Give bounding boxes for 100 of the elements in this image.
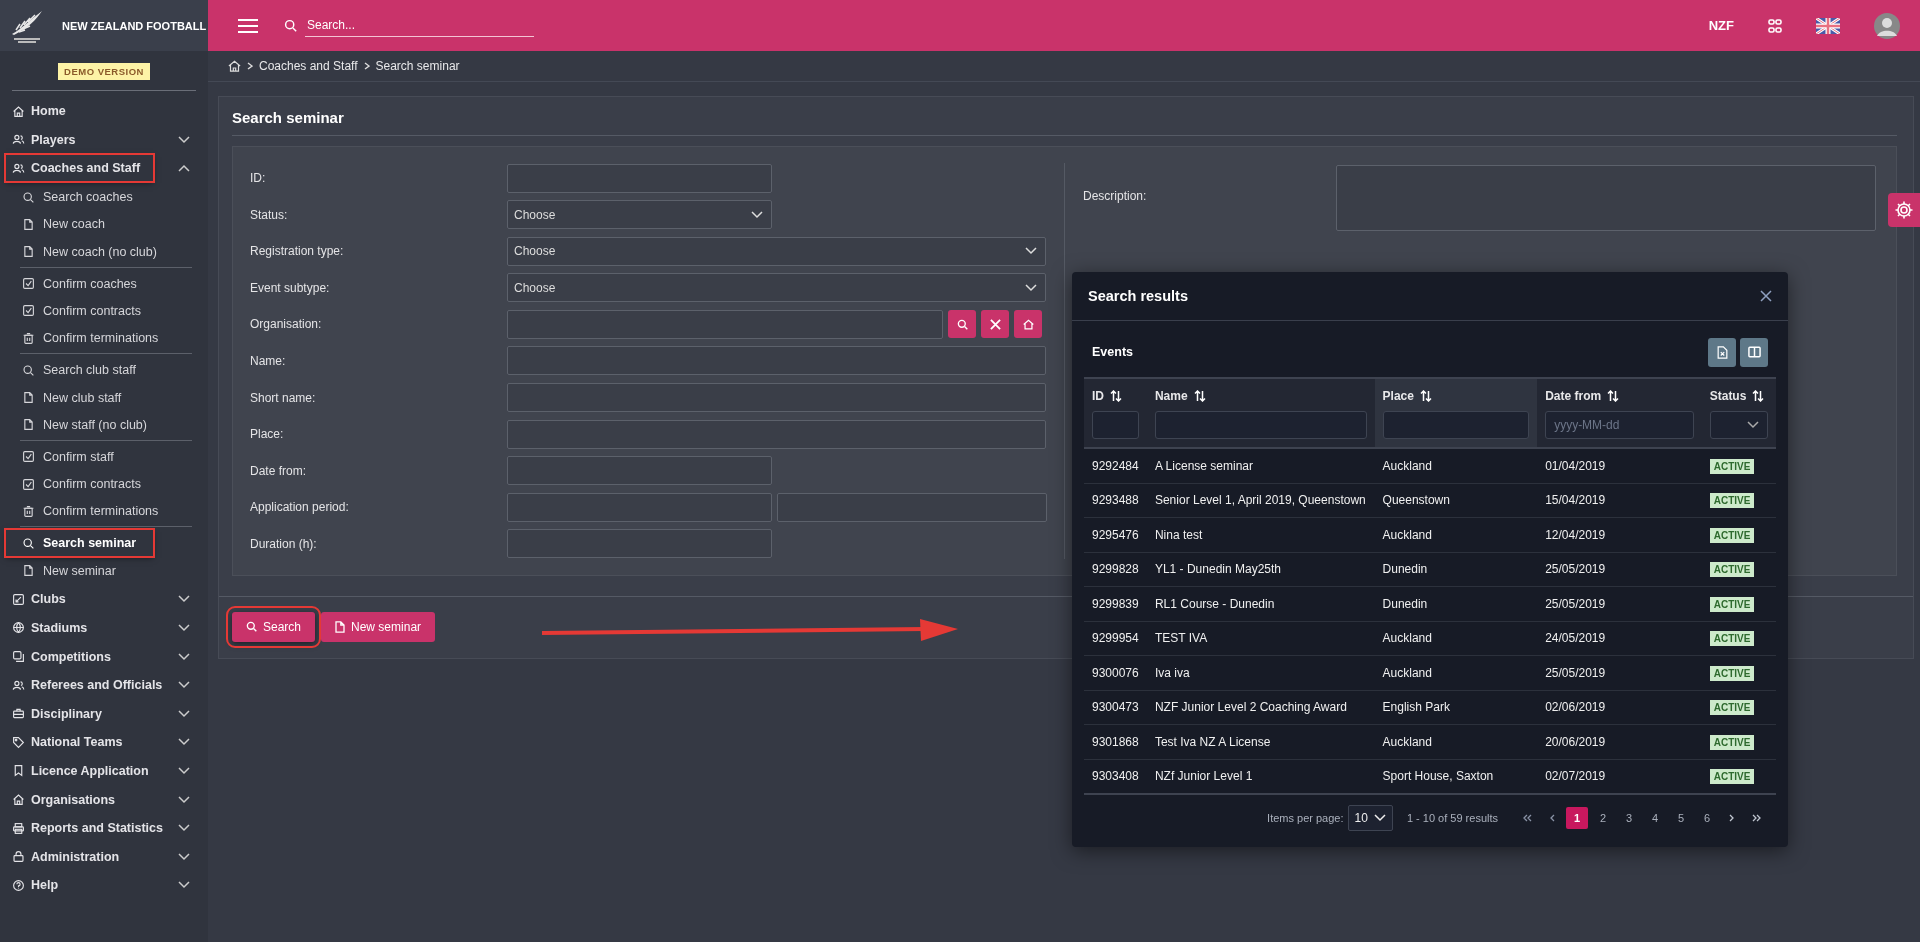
sidebar-subitem[interactable]: New staff (no club) bbox=[6, 411, 153, 438]
sidebar-item[interactable]: Reports and Statistics bbox=[6, 815, 171, 842]
sidebar-subitem[interactable]: New club staff bbox=[6, 384, 153, 411]
sort-icon[interactable] bbox=[1110, 390, 1122, 402]
table-cell: 9292484 bbox=[1092, 458, 1139, 473]
sidebar-item[interactable]: Licence Application bbox=[6, 757, 157, 784]
sidebar-item[interactable]: Stadiums bbox=[6, 614, 153, 641]
description-field[interactable] bbox=[1336, 165, 1876, 231]
dropdown-chevron-icon bbox=[1025, 283, 1037, 292]
sidebar-subitem[interactable]: New coach bbox=[6, 211, 153, 238]
avatar-icon[interactable] bbox=[1874, 12, 1900, 39]
breadcrumb-item[interactable]: Coaches and Staff bbox=[259, 59, 358, 73]
text-field[interactable] bbox=[507, 419, 1046, 449]
page-button[interactable]: 5 bbox=[1670, 807, 1692, 829]
uk-flag-icon[interactable] bbox=[1816, 17, 1840, 34]
table-cell: Senior Level 1, April 2019, Queenstown bbox=[1154, 493, 1366, 508]
date-filter-field[interactable]: yyyy-MM-dd bbox=[1545, 411, 1694, 439]
search-icon bbox=[22, 536, 35, 550]
page-button[interactable]: 3 bbox=[1618, 807, 1640, 829]
select-field[interactable]: Choose bbox=[507, 200, 772, 230]
organisation-button[interactable] bbox=[1014, 310, 1042, 339]
text-field[interactable] bbox=[507, 346, 1046, 376]
page-button[interactable]: 6 bbox=[1696, 807, 1718, 829]
export-excel-button[interactable] bbox=[1708, 337, 1736, 367]
sidebar-subitem[interactable]: New coach (no club) bbox=[6, 238, 163, 265]
sort-icon[interactable] bbox=[1752, 390, 1765, 402]
page-button[interactable]: 4 bbox=[1644, 807, 1666, 829]
close-icon[interactable] bbox=[1760, 290, 1772, 302]
sidebar-item[interactable]: Referees and Officials bbox=[6, 672, 171, 699]
sidebar-subitem[interactable]: Confirm coaches bbox=[6, 270, 153, 297]
sidebar-subitem[interactable]: Confirm terminations bbox=[6, 498, 165, 525]
sidebar-item[interactable]: Help bbox=[6, 872, 153, 899]
sidebar-item[interactable]: National Teams bbox=[6, 729, 153, 756]
sidebar-item[interactable]: Competitions bbox=[6, 643, 153, 670]
home-icon[interactable] bbox=[228, 60, 241, 72]
sidebar-subitem[interactable]: Confirm contracts bbox=[6, 471, 153, 498]
apps-grid-icon[interactable] bbox=[1768, 18, 1782, 33]
column-header[interactable]: Status bbox=[1709, 389, 1747, 403]
text-field[interactable] bbox=[507, 383, 1046, 413]
select-field[interactable]: Choose bbox=[507, 236, 1046, 266]
search-field[interactable]: Search... bbox=[305, 14, 534, 37]
previous-page-icon[interactable] bbox=[1550, 814, 1555, 822]
page-title: Search seminar bbox=[232, 109, 1897, 136]
organisation-code[interactable]: NZF bbox=[1708, 18, 1734, 33]
new-seminar-button[interactable]: New seminar bbox=[321, 611, 436, 642]
text-field[interactable] bbox=[507, 163, 772, 193]
text-field[interactable] bbox=[507, 492, 772, 522]
table-cell: Iva iva bbox=[1154, 665, 1190, 680]
home-icon bbox=[1022, 318, 1034, 330]
column-filter-field[interactable] bbox=[1154, 411, 1367, 439]
sidebar-subitem[interactable]: Search seminar bbox=[6, 530, 153, 557]
text-field[interactable] bbox=[777, 492, 1047, 522]
menu-item-icon bbox=[12, 133, 25, 147]
status-badge: ACTIVE bbox=[1709, 769, 1755, 785]
first-page-icon[interactable] bbox=[1523, 814, 1532, 822]
expand-chevron-icon bbox=[178, 681, 190, 690]
table-cell: Dunedin bbox=[1382, 596, 1428, 611]
table-cell: RL1 Course - Dunedin bbox=[1154, 596, 1275, 611]
sidebar-item[interactable]: Clubs bbox=[6, 586, 153, 613]
column-header[interactable]: Place bbox=[1382, 389, 1414, 403]
next-page-icon[interactable] bbox=[1729, 814, 1734, 822]
sidebar-item[interactable]: Players bbox=[6, 126, 153, 153]
sidebar-subitem[interactable]: Confirm staff bbox=[6, 443, 153, 470]
expand-chevron-icon bbox=[178, 738, 190, 747]
breadcrumb-item: Search seminar bbox=[375, 59, 460, 73]
column-filter-field[interactable] bbox=[1092, 411, 1139, 439]
clear-button[interactable] bbox=[981, 310, 1009, 339]
page-button[interactable]: 1 bbox=[1566, 807, 1588, 829]
column-header[interactable]: Date from bbox=[1545, 389, 1602, 403]
sidebar-subitem[interactable]: Confirm contracts bbox=[6, 297, 153, 324]
dropdown-chevron-icon bbox=[1025, 247, 1037, 256]
sidebar-item[interactable]: Coaches and Staff bbox=[6, 155, 153, 182]
sort-icon[interactable] bbox=[1607, 390, 1620, 402]
menu-item-icon bbox=[12, 821, 25, 835]
sidebar-subitem[interactable]: New seminar bbox=[6, 557, 153, 584]
text-field[interactable] bbox=[507, 529, 772, 559]
column-header[interactable]: ID bbox=[1092, 389, 1104, 403]
sidebar-item[interactable]: Home bbox=[6, 98, 153, 125]
sidebar-subitem[interactable]: Search coaches bbox=[6, 184, 153, 211]
menu-icon[interactable] bbox=[238, 17, 258, 34]
select-field[interactable]: Choose bbox=[507, 273, 1046, 303]
sidebar-item[interactable]: Administration bbox=[6, 843, 153, 870]
columns-button[interactable] bbox=[1740, 337, 1768, 367]
search-button[interactable] bbox=[948, 310, 976, 339]
last-page-icon[interactable] bbox=[1752, 814, 1761, 822]
column-header[interactable]: Name bbox=[1154, 389, 1188, 403]
sidebar-subitem[interactable]: Search club staff bbox=[6, 357, 153, 384]
sidebar-item[interactable]: Disciplinary bbox=[6, 700, 153, 727]
column-filter-field[interactable] bbox=[1382, 411, 1530, 439]
settings-button[interactable] bbox=[1888, 193, 1920, 227]
sidebar-item[interactable]: Organisations bbox=[6, 786, 153, 813]
sort-icon[interactable] bbox=[1419, 390, 1432, 402]
items-per-page-select[interactable]: 10 bbox=[1347, 805, 1393, 831]
text-field[interactable] bbox=[507, 456, 772, 486]
search-icon bbox=[956, 318, 968, 330]
page-button[interactable]: 2 bbox=[1592, 807, 1614, 829]
text-field[interactable] bbox=[507, 309, 943, 339]
sort-icon[interactable] bbox=[1193, 390, 1206, 402]
brand-name: NEW ZEALAND FOOTBALL bbox=[62, 19, 207, 32]
sidebar-subitem[interactable]: Confirm terminations bbox=[6, 325, 165, 352]
